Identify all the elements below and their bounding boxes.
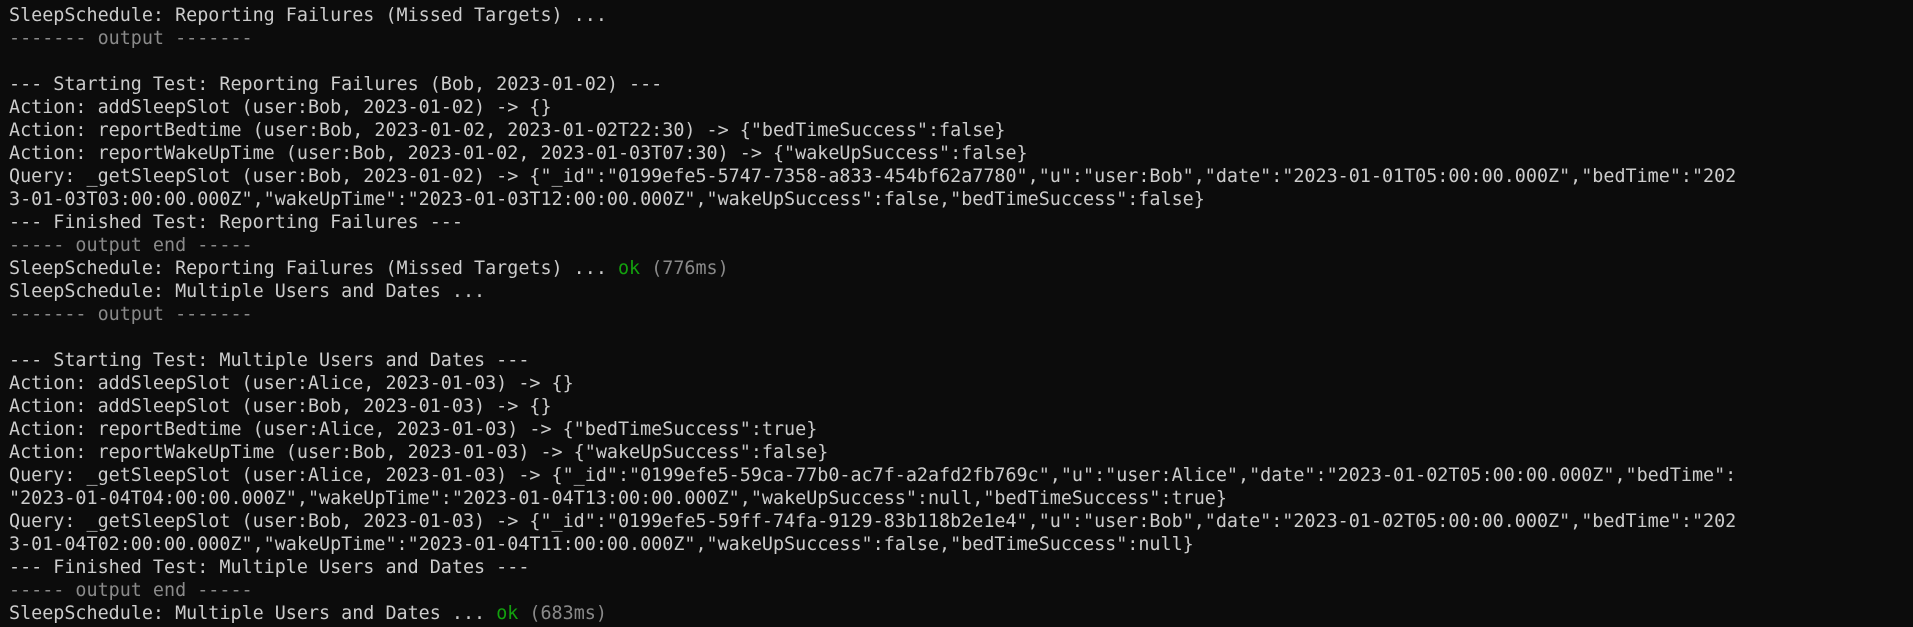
line-text: SleepSchedule: Multiple Users and Dates … xyxy=(9,281,486,302)
terminal-line: 3-01-04T02:00:00.000Z","wakeUpTime":"202… xyxy=(9,533,1909,556)
line-text: Action: addSleepSlot (user:Bob, 2023-01-… xyxy=(9,97,552,118)
terminal-line: ----- output end ----- xyxy=(9,579,1909,602)
status-ok-text: ok xyxy=(617,258,641,279)
line-text: Action: addSleepSlot (user:Alice, 2023-0… xyxy=(9,373,574,394)
terminal-line: "2023-01-04T04:00:00.000Z","wakeUpTime":… xyxy=(9,487,1909,510)
muted-text: ----- output end ----- xyxy=(9,235,253,256)
terminal-line: Action: addSleepSlot (user:Bob, 2023-01-… xyxy=(9,96,1909,119)
terminal-line: --- Finished Test: Reporting Failures --… xyxy=(9,211,1909,234)
terminal-line: SleepSchedule: Multiple Users and Dates … xyxy=(9,602,1909,625)
muted-text: ----- output end ----- xyxy=(9,580,253,601)
terminal-line: Action: reportWakeUpTime (user:Bob, 2023… xyxy=(9,441,1909,464)
line-text: SleepSchedule: Reporting Failures (Misse… xyxy=(9,258,618,279)
terminal-line: ------- output ------- xyxy=(9,303,1909,326)
line-text: --- Finished Test: Reporting Failures --… xyxy=(9,212,463,233)
muted-text: ------- output ------- xyxy=(9,28,253,49)
line-text: SleepSchedule: Reporting Failures (Misse… xyxy=(9,5,607,26)
muted-text: (683ms) xyxy=(518,603,607,624)
terminal-line: Action: addSleepSlot (user:Alice, 2023-0… xyxy=(9,372,1909,395)
line-text: Query: _getSleepSlot (user:Alice, 2023-0… xyxy=(9,465,1737,486)
terminal-line: SleepSchedule: Reporting Failures (Misse… xyxy=(9,4,1909,27)
terminal-line: SleepSchedule: Reporting Failures (Misse… xyxy=(9,257,1909,280)
line-text: 3-01-03T03:00:00.000Z","wakeUpTime":"202… xyxy=(9,189,1205,210)
line-text: Action: reportWakeUpTime (user:Bob, 2023… xyxy=(9,143,1028,164)
line-text: --- Starting Test: Reporting Failures (B… xyxy=(9,74,663,95)
terminal-line: 3-01-03T03:00:00.000Z","wakeUpTime":"202… xyxy=(9,188,1909,211)
terminal-line: --- Finished Test: Multiple Users and Da… xyxy=(9,556,1909,579)
terminal-line: Action: reportBedtime (user:Alice, 2023-… xyxy=(9,418,1909,441)
terminal-line: Query: _getSleepSlot (user:Alice, 2023-0… xyxy=(9,464,1909,487)
line-text: Action: reportBedtime (user:Alice, 2023-… xyxy=(9,419,818,440)
terminal-output[interactable]: SleepSchedule: Reporting Failures (Misse… xyxy=(9,4,1909,625)
terminal-line: ----- output end ----- xyxy=(9,234,1909,257)
line-text: "2023-01-04T04:00:00.000Z","wakeUpTime":… xyxy=(9,488,1227,509)
terminal-line: ------- output ------- xyxy=(9,27,1909,50)
line-text: Action: addSleepSlot (user:Bob, 2023-01-… xyxy=(9,396,552,417)
line-text: Query: _getSleepSlot (user:Bob, 2023-01-… xyxy=(9,511,1737,532)
terminal-line: SleepSchedule: Multiple Users and Dates … xyxy=(9,280,1909,303)
terminal-line: Query: _getSleepSlot (user:Bob, 2023-01-… xyxy=(9,510,1909,533)
line-text: SleepSchedule: Multiple Users and Dates … xyxy=(9,603,497,624)
line-text: --- Finished Test: Multiple Users and Da… xyxy=(9,557,530,578)
muted-text: ------- output ------- xyxy=(9,304,253,325)
status-ok-text: ok xyxy=(496,603,519,624)
line-text: Action: reportWakeUpTime (user:Bob, 2023… xyxy=(9,442,829,463)
muted-text: (776ms) xyxy=(640,258,729,279)
terminal-line: Action: reportBedtime (user:Bob, 2023-01… xyxy=(9,119,1909,142)
line-text: --- Starting Test: Multiple Users and Da… xyxy=(9,350,530,371)
terminal-line: Action: addSleepSlot (user:Bob, 2023-01-… xyxy=(9,395,1909,418)
line-text: 3-01-04T02:00:00.000Z","wakeUpTime":"202… xyxy=(9,534,1194,555)
terminal-line: Query: _getSleepSlot (user:Bob, 2023-01-… xyxy=(9,165,1909,188)
terminal-line: --- Starting Test: Multiple Users and Da… xyxy=(9,349,1909,372)
line-text: Action: reportBedtime (user:Bob, 2023-01… xyxy=(9,120,1006,141)
terminal-line: --- Starting Test: Reporting Failures (B… xyxy=(9,73,1909,96)
line-text: Query: _getSleepSlot (user:Bob, 2023-01-… xyxy=(9,166,1737,187)
terminal-line: Action: reportWakeUpTime (user:Bob, 2023… xyxy=(9,142,1909,165)
